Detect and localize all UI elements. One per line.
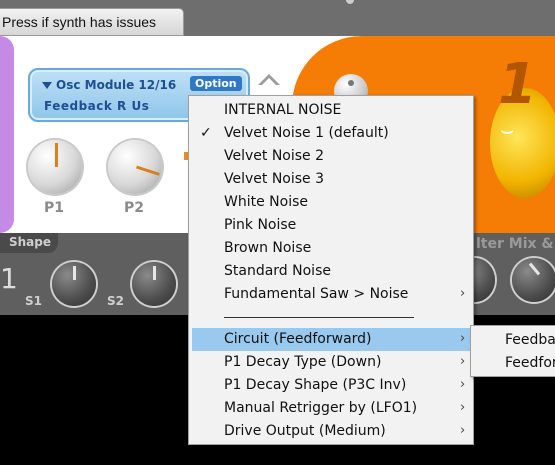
filter-knob-2-indicator xyxy=(528,262,541,276)
menu-item-circuit[interactable]: Circuit (Feedforward) › xyxy=(192,328,470,351)
menu-item-brown-noise[interactable]: Brown Noise xyxy=(192,237,470,260)
strip-digit: 1 xyxy=(0,262,18,295)
smile-mark: ⌣ xyxy=(500,118,515,143)
filter-knob-2[interactable] xyxy=(512,258,555,302)
submenu-arrow-icon: › xyxy=(460,400,466,415)
s2-label: S2 xyxy=(107,294,124,308)
p1-knob[interactable] xyxy=(28,140,82,194)
purple-side-panel xyxy=(0,36,14,233)
submenu-arrow-icon: › xyxy=(460,286,466,301)
submenu-item-feedback[interactable]: Feedba xyxy=(505,329,555,351)
menu-item-velvet-noise-3[interactable]: Velvet Noise 3 xyxy=(192,168,470,191)
submenu-arrow-icon: › xyxy=(460,423,466,438)
s1-knob[interactable] xyxy=(52,262,96,306)
p2-knob[interactable] xyxy=(108,140,162,194)
menu-item-p1-decay-type[interactable]: P1 Decay Type (Down) › xyxy=(192,351,470,374)
menu-item-standard-noise[interactable]: Standard Noise xyxy=(192,260,470,283)
panel-number: 1 xyxy=(498,52,537,117)
filter-mix-label: lter Mix & xyxy=(476,236,554,252)
option-button[interactable]: Option xyxy=(190,76,242,91)
menu-item-pink-noise[interactable]: Pink Noise xyxy=(192,214,470,237)
p2-knob-indicator xyxy=(136,165,160,176)
menu-item-velvet-noise-1[interactable]: ✓ Velvet Noise 1 (default) xyxy=(192,122,470,145)
p2-label: P2 xyxy=(124,200,145,216)
submenu-arrow-icon: › xyxy=(460,377,466,392)
module-title: Osc Module 12/16 xyxy=(56,78,177,92)
menu-item-drive-output[interactable]: Drive Output (Medium) › xyxy=(192,420,470,443)
top-bar: Press if synth has issues xyxy=(0,0,555,36)
circuit-submenu: Feedba Feedfor xyxy=(470,325,555,377)
synth-issues-button[interactable]: Press if synth has issues xyxy=(0,8,184,36)
menu-item-manual-retrigger[interactable]: Manual Retrigger by (LFO1) › xyxy=(192,397,470,420)
p1-label: P1 xyxy=(44,200,65,216)
menu-item-velvet-noise-2[interactable]: Velvet Noise 2 xyxy=(192,145,470,168)
p1-knob-indicator xyxy=(55,143,58,167)
submenu-item-feedforward[interactable]: Feedfor xyxy=(505,352,555,374)
shape-label: Shape xyxy=(9,235,52,249)
up-arrow-inner xyxy=(262,78,276,85)
menu-separator xyxy=(224,317,414,318)
submenu-arrow-icon: › xyxy=(460,354,466,369)
menu-header-internal-noise: INTERNAL NOISE xyxy=(224,102,342,118)
mini-knob-indicator xyxy=(348,80,354,86)
s2-knob[interactable] xyxy=(132,262,176,306)
dropdown-triangle-icon xyxy=(42,82,52,89)
s1-label: S1 xyxy=(25,294,42,308)
top-dot xyxy=(346,0,354,4)
s1-knob-indicator xyxy=(73,266,76,280)
menu-item-p1-decay-shape[interactable]: P1 Decay Shape (P3C Inv) › xyxy=(192,374,470,397)
menu-item-fundamental-saw[interactable]: Fundamental Saw > Noise › xyxy=(192,283,470,306)
submenu-arrow-icon: › xyxy=(460,331,466,346)
module-name: Feedback R Us xyxy=(44,99,150,113)
s2-knob-indicator xyxy=(153,266,156,280)
noise-context-menu: INTERNAL NOISE ✓ Velvet Noise 1 (default)… xyxy=(188,95,474,445)
checkmark-icon: ✓ xyxy=(200,125,212,141)
menu-item-white-noise[interactable]: White Noise xyxy=(192,191,470,214)
